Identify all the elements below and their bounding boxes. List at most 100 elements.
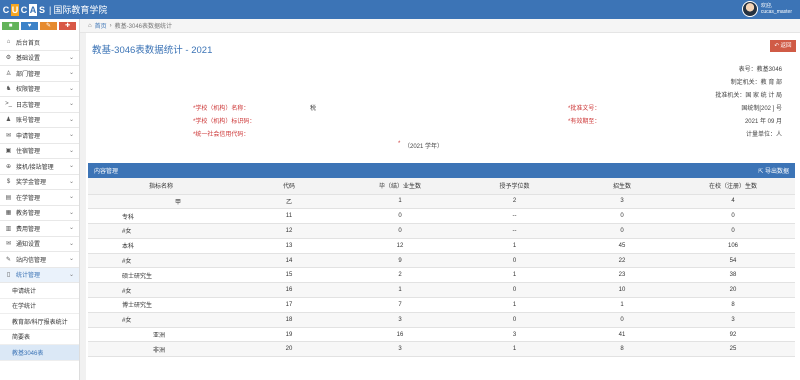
table-row: 专科 11 0 -- 0 0 [88, 208, 796, 225]
table-cell: 1 [344, 282, 457, 299]
logo-subtitle: 国际教育学院 [53, 5, 108, 15]
chevron-down-icon: ⌄ [68, 178, 74, 185]
menu-icon: ✉ [5, 241, 12, 248]
valid-until-label: *有效期至： [568, 119, 601, 125]
sidebar-item-5[interactable]: >_ 日志管理 ⌄ [0, 97, 79, 113]
avatar[interactable] [741, 1, 758, 17]
table-cell: 12 [344, 238, 457, 254]
table-cell: 8 [573, 341, 672, 358]
issuing-organ: 制定机关：教 育 部 [730, 80, 782, 86]
sidebar-subitem-5[interactable]: 教基3046表 [0, 345, 79, 361]
sidebar-item-16[interactable]: ▯ 统计管理 ⌄ [0, 267, 79, 283]
breadcrumb-separator-icon: › [109, 22, 112, 29]
main-content: 教基-3046表数据统计 - 2021 ↶ 返回 表号：教基3046 制定机关：… [86, 33, 800, 380]
table-cell: 0 [456, 282, 574, 299]
export-button[interactable]: ⇱ 导出数据 [758, 166, 789, 175]
valid-until-value: 2021 年 09 月 [744, 119, 782, 125]
logo[interactable]: CUCAS | 国际教育学院 [2, 3, 107, 16]
table-cell: 20 [234, 341, 345, 358]
quick-button-2[interactable]: ♥ [21, 22, 38, 30]
sidebar-subitem-4[interactable]: 简要表 [0, 330, 79, 345]
table-cell: 3 [456, 327, 574, 343]
sidebar-item-4[interactable]: ♞ 权限管理 ⌄ [0, 82, 79, 97]
chevron-down-icon: ⌄ [68, 225, 74, 231]
credit-code-label: *统一社会信用代码： [193, 132, 250, 138]
quick-button-bar: ■ ♥ ✎ ✚ [0, 19, 79, 35]
table-cell: 乙 [234, 194, 345, 210]
column-header: 指标名称 [88, 178, 235, 195]
table-cell: #女 [88, 223, 235, 239]
sidebar-item-14[interactable]: ✉ 通知设置 ⌄ [0, 237, 79, 252]
quick-button-3[interactable]: ✎ [40, 22, 57, 30]
sidebar-item-7[interactable]: ✉ 申请管理 ⌄ [0, 128, 79, 144]
table-cell: 0 [573, 223, 672, 239]
sidebar-item-label: 住宿管理 [16, 149, 41, 156]
sidebar-item-15[interactable]: ✎ 站内信管理 ⌄ [0, 252, 79, 268]
table-header-row: 指标名称 代码 毕（结）业生数 授予学位数 招生数 在校（注册）生数 [88, 178, 796, 195]
approving-organ: 批准机关：国 家 统 计 局 [715, 93, 782, 99]
menu-icon: ▤ [5, 194, 12, 201]
sidebar: ■ ♥ ✎ ✚ ⌂ 后台首页 ⚙ 基础设置 ⌄ ♙ 部门管理 ⌄ ♞ 权限管理 ⌄ >_ 日志管理 ⌄ ♟ 账号管理… [0, 19, 80, 380]
breadcrumb-current: 教基-3046表数据统计 [114, 24, 172, 30]
table-cell: 7 [344, 297, 457, 313]
sidebar-item-label: 基础设置 [16, 56, 41, 63]
sidebar-item-3[interactable]: ♙ 部门管理 ⌄ [0, 66, 79, 82]
table-cell: 12 [234, 223, 345, 239]
table-cell: 25 [671, 341, 796, 358]
table-cell: 16 [344, 327, 457, 343]
table-cell: 20 [671, 282, 796, 299]
sidebar-item-1[interactable]: ⌂ 后台首页 [0, 35, 79, 51]
approval-number-value: 国统制[202 ] 号 [741, 106, 782, 112]
table-cell: 106 [671, 238, 796, 254]
table-row: #女 12 0 -- 0 0 [88, 223, 796, 239]
table-cell: 8 [671, 297, 796, 313]
sidebar-subitem-2[interactable]: 在学统计 [0, 299, 79, 314]
table-cell: #女 [88, 253, 235, 269]
logo-letter: S [38, 4, 45, 15]
sidebar-item-13[interactable]: ▥ 费用管理 ⌄ [0, 221, 79, 237]
breadcrumb-home[interactable]: 首页 [95, 21, 107, 30]
menu-icon: ▦ [5, 210, 12, 217]
sidebar-item-label: 费用管理 [16, 226, 41, 233]
table-cell: 非洲 [148, 341, 235, 358]
back-button[interactable]: ↶ 返回 [770, 40, 796, 52]
table-cell: 11 [234, 208, 345, 225]
table-cell: 0 [344, 208, 457, 225]
quick-button-1[interactable]: ■ [2, 22, 19, 30]
table-cell [88, 327, 148, 343]
sidebar-item-2[interactable]: ⚙ 基础设置 ⌄ [0, 51, 79, 66]
sidebar-item-10[interactable]: $ 奖学金管理 ⌄ [0, 175, 79, 190]
user-menu[interactable]: 欢迎, cucas_master [741, 1, 792, 17]
sidebar-item-label: 站内信管理 [16, 257, 47, 264]
statistics-table: 指标名称 代码 毕（结）业生数 授予学位数 招生数 在校（注册）生数 甲乙 1 2 3 4 专科 11… [88, 178, 796, 358]
sidebar-item-12[interactable]: ▦ 教务管理 ⌄ [0, 206, 79, 221]
logo-letter: C [20, 4, 28, 15]
table-cell: 3 [671, 312, 796, 328]
sidebar-submenu: 申请统计 在学统计 教育部/科厅报表统计 简要表 教基3046表 [0, 283, 79, 361]
sidebar-subitem-3[interactable]: 教育部/科厅报表统计 [0, 314, 79, 330]
sidebar-item-9[interactable]: ⊕ 接机/接站管理 ⌄ [0, 159, 79, 175]
sidebar-item-label: 后台首页 [16, 40, 41, 47]
table-row: #女 18 3 0 0 3 [88, 312, 796, 328]
sidebar-subitem-1[interactable]: 申请统计 [0, 283, 79, 299]
table-row: 甲乙1234 [88, 194, 796, 210]
logo-letters: CUCAS [2, 3, 47, 16]
quick-button-4[interactable]: ✚ [59, 22, 76, 30]
sidebar-item-6[interactable]: ♟ 账号管理 ⌄ [0, 113, 79, 128]
user-name[interactable]: cucas_master [761, 9, 792, 15]
table-cell: 1 [456, 341, 574, 358]
table-cell: 3 [573, 194, 672, 210]
table-cell: 1 [456, 267, 574, 284]
table-cell: 1 [573, 297, 672, 313]
sidebar-item-8[interactable]: ▣ 住宿管理 ⌄ [0, 144, 79, 159]
chevron-down-icon: ⌄ [68, 209, 74, 216]
table-cell: 硕士研究生 [88, 267, 235, 284]
sidebar-item-11[interactable]: ▤ 在学管理 ⌄ [0, 190, 79, 206]
column-header: 代码 [234, 178, 345, 195]
chevron-down-icon: ⌄ [68, 54, 74, 61]
table-cell: 23 [573, 267, 672, 284]
home-icon[interactable]: ⌂ [88, 23, 92, 29]
table-row: 非洲 20 3 1 8 25 [88, 341, 796, 358]
school-year: （2021 学年） [404, 144, 444, 150]
table-cell: 2 [344, 267, 457, 284]
